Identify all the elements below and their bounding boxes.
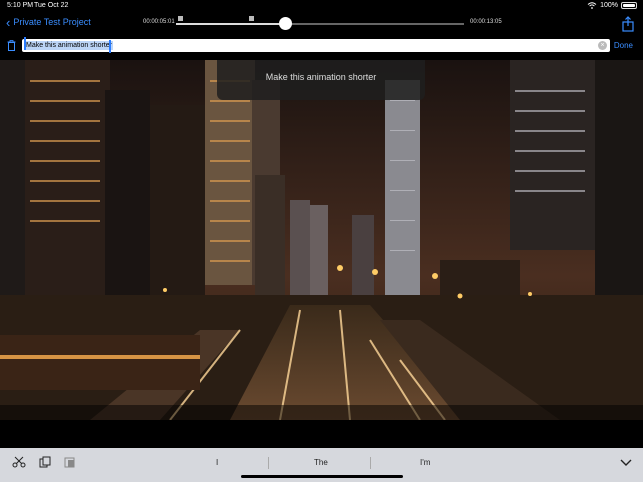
timeline-scrubber[interactable] [176,16,464,30]
back-label: Private Test Project [13,17,91,27]
done-button[interactable]: Done [614,41,633,50]
end-timecode: 00:00:13:05 [470,19,502,25]
caption-overlay-text: Make this animation shorter [265,72,377,82]
suggestion-1[interactable]: I [216,458,218,467]
keyboard-shortcut-bar: I The I'm [0,448,643,482]
video-preview[interactable] [0,60,643,420]
chevron-down-icon[interactable] [619,456,633,468]
caption-overlay[interactable]: Make this animation shorter [217,60,425,100]
status-date: Tue Oct 22 [34,2,69,9]
edit-row: Make this animation shorter × Done [0,36,643,56]
back-button[interactable]: ‹ Private Test Project [6,14,91,30]
suggestion-divider [268,457,269,469]
selection-end-handle[interactable] [109,40,111,53]
share-icon[interactable] [621,16,635,32]
selection-start-handle[interactable] [24,37,26,50]
trim-start-marker[interactable] [178,16,183,21]
suggestion-3[interactable]: I'm [420,458,430,467]
trim-end-marker[interactable] [249,16,254,21]
copy-icon[interactable] [38,456,52,468]
battery-icon [621,2,637,9]
status-bar: 5:10 PM Tue Oct 22 100% [0,0,643,12]
city-night-video-frame [0,60,643,420]
clear-icon[interactable]: × [598,41,607,50]
paste-icon[interactable] [63,456,77,468]
status-time: 5:10 PM [7,2,34,9]
caption-text-value: Make this animation shorter [25,41,113,50]
battery-percentage: 100% [600,2,618,9]
chevron-left-icon: ‹ [6,14,11,30]
home-indicator [241,475,403,478]
top-bar: ‹ Private Test Project 00:00:05:01 00:00… [0,12,643,36]
status-right: 100% [587,2,637,9]
scissors-icon[interactable] [12,456,26,468]
scrubber-progress [176,23,286,25]
wifi-icon [587,2,597,9]
start-timecode: 00:00:05:01 [143,19,175,25]
suggestion-2[interactable]: The [314,458,328,467]
suggestion-divider [370,457,371,469]
trash-icon[interactable] [7,40,16,51]
caption-text-field[interactable]: Make this animation shorter × [22,37,610,53]
scrubber-knob[interactable] [279,17,293,30]
